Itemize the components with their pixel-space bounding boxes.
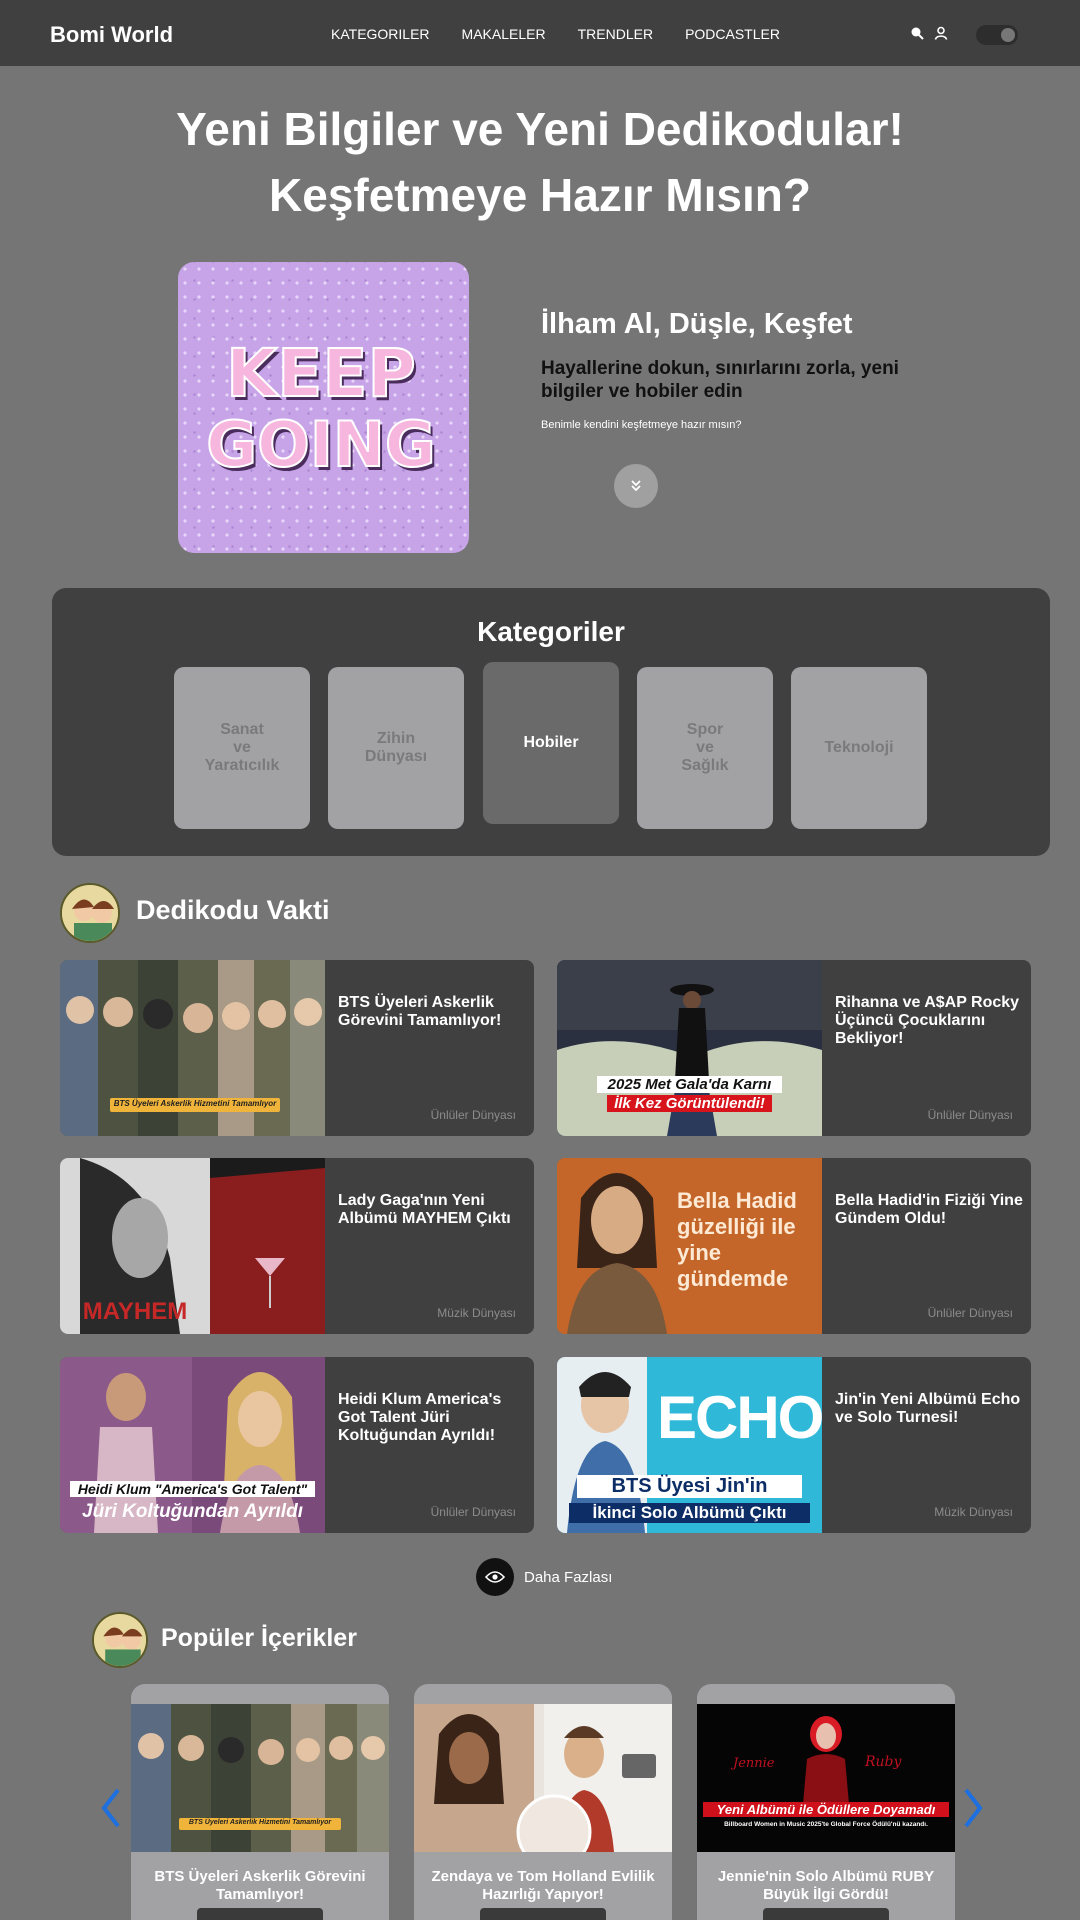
popular-card[interactable]: BTS Üyeleri Askerlik Hizmetini Tamamlıyo…	[131, 1684, 389, 1920]
image-caption-line2: İkinci Solo Albümü Çıktı	[569, 1503, 810, 1523]
gossip-card-category: Ünlüler Dünyası	[927, 1108, 1013, 1122]
gossip-card[interactable]: Bella Hadid güzelliği ile yine gündemde …	[557, 1158, 1031, 1334]
search-icon[interactable]	[910, 26, 924, 40]
categories-panel: Kategoriler Sanat ve Yaratıcılık Zihin D…	[52, 588, 1050, 856]
section-avatar	[92, 1612, 148, 1668]
image-caption-line2: Billboard Women in Music 2025'te Global …	[724, 1821, 928, 1828]
carousel-next-icon[interactable]	[958, 1786, 988, 1830]
keep-going-image: KEEP KEEP GOING GOING	[178, 262, 469, 553]
gossip-card-category: Müzik Dünyası	[934, 1505, 1013, 1519]
popular-card[interactable]: Zendaya ve Tom Holland Evlilik Hazırlığı…	[414, 1684, 672, 1920]
popular-card-title: BTS Üyeleri Askerlik Görevini Tamamlıyor…	[154, 1868, 366, 1903]
gossip-image: ECHO BTS Üyesi Jin'in İkinci Solo Albümü…	[557, 1357, 822, 1533]
category-hobiler[interactable]: Hobiler	[483, 662, 619, 824]
category-label: Spor ve Sağlık	[681, 721, 729, 774]
script-text-2: Ruby	[865, 1754, 902, 1770]
read-more-button[interactable]	[197, 1908, 323, 1920]
popular-title: Popüler İçerikler	[161, 1624, 357, 1652]
section-avatar	[60, 883, 120, 943]
gossip-card-title: Jin'in Yeni Albümü Echo ve Solo Turnesi!	[835, 1391, 1021, 1426]
gossip-card[interactable]: Heidi Klum "America's Got Talent" Jüri K…	[60, 1357, 534, 1533]
image-caption: Bella Hadid güzelliği ile yine gündemde	[677, 1188, 797, 1291]
top-header: Bomi World KATEGORILER MAKALELER TRENDLE…	[0, 0, 1080, 66]
popular-image: BTS Üyeleri Askerlik Hizmetini Tamamlıyo…	[131, 1704, 389, 1852]
gossip-image: Bella Hadid güzelliği ile yine gündemde	[557, 1158, 822, 1334]
hero-title-line1: Yeni Bilgiler ve Yeni Dedikodular!	[176, 103, 904, 155]
image-caption-line1: BTS Üyesi Jin'in	[577, 1475, 802, 1498]
category-label: Sanat ve Yaratıcılık	[204, 721, 280, 774]
gossip-card-title: BTS Üyeleri Askerlik Görevini Tamamlıyor…	[338, 994, 502, 1029]
theme-toggle[interactable]	[976, 25, 1018, 45]
eye-icon	[476, 1558, 514, 1596]
popular-card[interactable]: Jennie Ruby Yeni Albümü ile Ödüllere Doy…	[697, 1684, 955, 1920]
double-chevron-down-icon	[631, 480, 641, 492]
hero-heading: İlham Al, Düşle, Keşfet	[541, 308, 853, 340]
carousel-prev-icon[interactable]	[96, 1786, 126, 1830]
gossip-card-category: Ünlüler Dünyası	[430, 1108, 516, 1122]
categories-title: Kategoriler	[477, 616, 625, 647]
gossip-card-title: Lady Gaga'nın Yeni Albümü MAYHEM Çıktı	[338, 1192, 511, 1227]
gossip-card-title: Heidi Klum America's Got Talent Jüri Kol…	[338, 1391, 502, 1444]
nav-trendler[interactable]: TRENDLER	[578, 26, 653, 42]
image-caption-line2: Jüri Koltuğundan Ayrıldı	[82, 1501, 303, 1522]
keep-text: KEEP	[226, 335, 416, 412]
more-label: Daha Fazlası	[524, 1568, 613, 1586]
category-label: Hobiler	[523, 734, 579, 751]
gossip-card[interactable]: MAYHEM Lady Gaga'nın Yeni Albümü MAYHEM …	[60, 1158, 534, 1334]
gossip-card-title: Rihanna ve A$AP Rocky Üçüncü Çocuklarını…	[835, 994, 1020, 1047]
category-teknoloji[interactable]: Teknoloji	[791, 667, 927, 829]
read-more-button[interactable]	[763, 1908, 889, 1920]
toggle-knob	[1001, 28, 1015, 42]
popular-image	[414, 1704, 672, 1852]
read-more-button[interactable]	[480, 1908, 606, 1920]
gossip-card[interactable]: 2025 Met Gala'da Karnı İlk Kez Görüntüle…	[557, 960, 1031, 1136]
gossip-card-category: Ünlüler Dünyası	[430, 1505, 516, 1519]
image-caption-line2: İlk Kez Görüntülendi!	[607, 1095, 772, 1112]
popular-card-title: Zendaya ve Tom Holland Evlilik Hazırlığı…	[431, 1868, 655, 1903]
gossip-card[interactable]: BTS Üyeleri Askerlik Hizmetini Tamamlıyo…	[60, 960, 534, 1136]
category-spor[interactable]: Spor ve Sağlık	[637, 667, 773, 829]
main-nav: KATEGORILER MAKALELER TRENDLER PODCASTLE…	[331, 26, 780, 42]
hero-title: Yeni Bilgiler ve Yeni Dedikodular! Keşfe…	[0, 96, 1080, 228]
header-icons	[910, 26, 948, 40]
hero-title-line2: Keşfetmeye Hazır Mısın?	[269, 169, 811, 221]
gossip-image: MAYHEM	[60, 1158, 325, 1334]
image-caption-line1: 2025 Met Gala'da Karnı	[597, 1076, 782, 1093]
image-caption-line1: Heidi Klum "America's Got Talent"	[70, 1481, 315, 1497]
gossip-card-category: Müzik Dünyası	[437, 1306, 516, 1320]
image-caption: BTS Üyeleri Askerlik Hizmetini Tamamlıyo…	[188, 1819, 332, 1826]
gossip-image: Heidi Klum "America's Got Talent" Jüri K…	[60, 1357, 325, 1533]
category-sanat[interactable]: Sanat ve Yaratıcılık	[174, 667, 310, 829]
brand-logo[interactable]: Bomi World	[50, 22, 173, 48]
gossip-image: 2025 Met Gala'da Karnı İlk Kez Görüntüle…	[557, 960, 822, 1136]
gossip-image: BTS Üyeleri Askerlik Hizmetini Tamamlıyo…	[60, 960, 325, 1136]
gossip-card-category: Ünlüler Dünyası	[927, 1306, 1013, 1320]
user-icon[interactable]	[934, 26, 948, 40]
popular-card-title: Jennie'nin Solo Albümü RUBY Büyük İlgi G…	[717, 1868, 935, 1903]
hero-small-text: Benimle kendini keşfetmeye hazır mısın?	[541, 419, 742, 431]
image-caption: MAYHEM	[82, 1298, 188, 1325]
image-caption-line1: Yeni Albümü ile Ödüllere Doyamadı	[703, 1802, 949, 1817]
scroll-down-button[interactable]	[614, 464, 658, 508]
gossip-card-title: Bella Hadid'in Fiziği Yine Gündem Oldu!	[835, 1192, 1023, 1227]
nav-kategoriler[interactable]: KATEGORILER	[331, 26, 430, 42]
gossip-title: Dedikodu Vakti	[136, 895, 330, 925]
nav-makaleler[interactable]: MAKALELER	[462, 26, 546, 42]
nav-podcastler[interactable]: PODCASTLER	[685, 26, 780, 42]
script-text-1: Jennie	[733, 1756, 775, 1771]
echo-logo: ECHO	[657, 1384, 822, 1451]
popular-image: Jennie Ruby Yeni Albümü ile Ödüllere Doy…	[697, 1704, 955, 1852]
keep-going-art: KEEP KEEP GOING GOING	[205, 334, 438, 482]
category-label: Zihin Dünyası	[364, 730, 428, 765]
image-caption: BTS Üyeleri Askerlik Hizmetini Tamamlıyo…	[113, 1099, 277, 1108]
category-zihin[interactable]: Zihin Dünyası	[328, 667, 464, 829]
going-text: GOING	[206, 408, 435, 481]
more-button[interactable]: Daha Fazlası	[476, 1558, 612, 1596]
hero-subheading: Hayallerine dokun, sınırlarını zorla, ye…	[541, 358, 899, 402]
category-label: Teknoloji	[824, 739, 894, 756]
gossip-card[interactable]: ECHO BTS Üyesi Jin'in İkinci Solo Albümü…	[557, 1357, 1031, 1533]
